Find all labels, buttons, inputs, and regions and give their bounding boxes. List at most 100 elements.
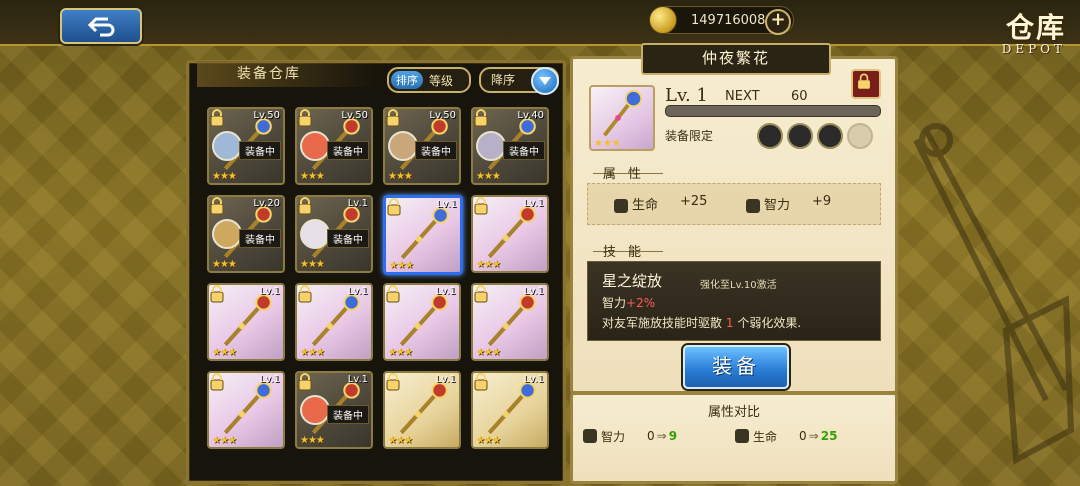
- stat-int-label: 智力: [764, 198, 791, 213]
- back-button[interactable]: [60, 8, 142, 44]
- item-name: 仲夜繁花: [641, 43, 831, 75]
- item-stars: ★★★: [594, 138, 621, 149]
- mage-type-icon: [757, 123, 783, 149]
- order-label: 降序: [491, 73, 516, 87]
- slot-level: Lv.1: [436, 199, 457, 210]
- lock-icon: [210, 109, 224, 127]
- page-title-cn: 仓库: [1005, 11, 1066, 44]
- inventory-slot[interactable]: Lv.50 装备中 ★★★: [207, 107, 285, 185]
- inventory-slot[interactable]: Lv.1 ★★★: [207, 371, 285, 449]
- skill-heading: 技 能: [602, 245, 646, 260]
- lock-icon: [210, 197, 224, 215]
- equipped-badge: 装备中: [327, 229, 369, 248]
- slot-stars: ★★★: [300, 347, 325, 358]
- page-title: 仓库 DEPOT: [1002, 6, 1066, 56]
- slot-level: Lv.40: [517, 110, 544, 121]
- order-toggle-button[interactable]: 降序: [479, 67, 559, 95]
- slot-stars: ★★★: [476, 259, 501, 270]
- inventory-panel: 装备仓库 排序 等级 降序 Lv.50 装备中 ★★★ Lv.50 装备中 ★★★ Lv.5…: [186, 60, 566, 484]
- slot-stars: ★★★: [388, 347, 413, 358]
- stats-box: 生命 +25 智力 +9: [587, 183, 881, 225]
- inventory-slot[interactable]: Lv.1 ★★★: [383, 283, 461, 361]
- skill-effect-2-number: 1: [725, 316, 734, 330]
- skill-effect-2: 对友军施放技能时驱散 1 个弱化效果.: [602, 314, 801, 331]
- equip-restriction-label: 装备限定: [665, 129, 714, 143]
- attributes-heading: 属 性: [602, 167, 646, 182]
- inventory-slot[interactable]: Lv.1 ★★★: [471, 283, 549, 361]
- lock-icon: [298, 197, 312, 215]
- equip-button[interactable]: 装备: [683, 345, 789, 389]
- inventory-slot[interactable]: Lv.1 装备中 ★★★: [295, 371, 373, 449]
- slot-level: Lv.50: [341, 110, 368, 121]
- page-title-en: DEPOT: [1001, 42, 1066, 56]
- equipped-badge: 装备中: [239, 141, 281, 160]
- slot-stars: ★★★: [476, 347, 501, 358]
- inventory-title: 装备仓库: [197, 61, 377, 87]
- item-detail-panel: 仲夜繁花 ★★★ Lv. 1 NEXT 60 装备限定 属 性 生命 +25 智…: [570, 43, 898, 394]
- skill-effect-2-text-end: 个弱化效果.: [737, 316, 802, 330]
- compare-row-int: 智力 0 ⇒ 9: [583, 425, 677, 447]
- slot-level: Lv.1: [259, 286, 280, 297]
- skill-effect-1: 智力+2%: [602, 294, 655, 311]
- inventory-slot[interactable]: Lv.1 装备中 ★★★: [295, 195, 373, 273]
- lock-icon: [474, 373, 488, 391]
- compare-int-new: 9: [668, 429, 678, 443]
- slot-stars: ★★★: [212, 435, 237, 446]
- inventory-slot[interactable]: Lv.1 ★★★: [383, 371, 461, 449]
- item-lock-button[interactable]: [851, 69, 881, 99]
- slot-stars: ★★★: [212, 259, 237, 270]
- inventory-slot[interactable]: Lv.1 ★★★: [471, 195, 549, 273]
- slot-stars: ★★★: [389, 260, 414, 271]
- slot-level: Lv.50: [253, 110, 280, 121]
- slot-level: Lv.1: [259, 374, 280, 385]
- inventory-slot[interactable]: Lv.1 ★★★: [295, 283, 373, 361]
- decorative-sword-icon: [913, 123, 1075, 465]
- add-coins-button[interactable]: +: [765, 9, 791, 35]
- top-bar: 149716008 + 仓库 DEPOT: [0, 0, 1080, 56]
- slot-stars: ★★★: [388, 435, 413, 446]
- lock-icon: [298, 109, 312, 127]
- lock-icon: [386, 373, 400, 391]
- slot-level: Lv.1: [347, 286, 368, 297]
- lock-icon: [298, 373, 312, 391]
- lock-icon: [858, 73, 870, 89]
- compare-title: 属性对比: [707, 405, 760, 420]
- slot-stars: ★★★: [212, 171, 237, 182]
- slot-stars: ★★★: [476, 435, 501, 446]
- skill-box: 星之绽放 强化至Lv.10激活 智力+2% 对友军施放技能时驱散 1 个弱化效果…: [587, 261, 881, 341]
- inventory-slot[interactable]: Lv.1 ★★★: [471, 371, 549, 449]
- inventory-slot[interactable]: Lv.1 ★★★: [383, 195, 463, 275]
- chevron-down-icon: [531, 67, 559, 95]
- compare-row-hp: 生命 0 ⇒ 25: [735, 425, 837, 447]
- book-icon: [746, 198, 760, 213]
- slot-level: Lv.50: [429, 110, 456, 121]
- character-avatar: [300, 219, 330, 249]
- compare-hp-new: 25: [820, 429, 838, 443]
- healer-type-icon: [787, 123, 813, 149]
- coin-amount: 149716008: [691, 12, 766, 28]
- lock-icon: [386, 109, 400, 127]
- slot-stars: ★★★: [212, 347, 237, 358]
- skill-name: 星之绽放: [602, 272, 663, 290]
- slot-level: Lv.1: [523, 198, 544, 209]
- character-avatar: [212, 131, 242, 161]
- inventory-slot[interactable]: Lv.50 装备中 ★★★: [295, 107, 373, 185]
- slot-level: Lv.1: [523, 374, 544, 385]
- inventory-slot[interactable]: Lv.1 ★★★: [207, 283, 285, 361]
- slot-stars: ★★★: [300, 171, 325, 182]
- sort-button[interactable]: 排序 等级: [387, 67, 471, 93]
- inventory-slot[interactable]: Lv.20 装备中 ★★★: [207, 195, 285, 273]
- lock-icon: [210, 373, 224, 391]
- lock-icon: [298, 285, 312, 303]
- stat-hp-value: +25: [680, 194, 708, 209]
- skill-effect-1-label: 智力: [602, 296, 627, 310]
- equipped-badge: 装备中: [327, 405, 369, 424]
- compare-int-old: 0: [647, 429, 655, 443]
- exp-bar: [665, 105, 881, 117]
- slot-stars: ★★★: [300, 259, 325, 270]
- inventory-slot[interactable]: Lv.50 装备中 ★★★: [383, 107, 461, 185]
- slot-level: Lv.1: [347, 198, 368, 209]
- staff-icon: [603, 89, 643, 137]
- slot-level: Lv.20: [253, 198, 280, 209]
- equipped-badge: 装备中: [415, 141, 457, 160]
